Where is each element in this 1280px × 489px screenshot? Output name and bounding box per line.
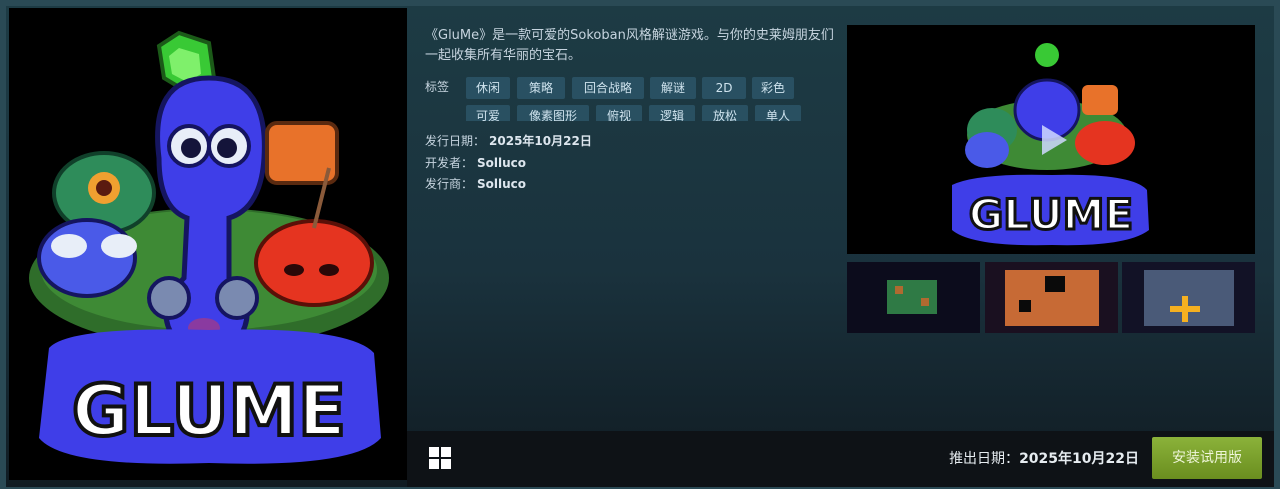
tag-item[interactable]: 可爱 (466, 105, 510, 121)
screenshot-thumbnail-3[interactable] (1122, 262, 1255, 333)
publisher-label: 发行商： (425, 177, 474, 191)
windows-icon (428, 446, 452, 470)
capsule-logo-text: GLUME (72, 370, 346, 452)
tag-item[interactable]: 回合战略 (572, 77, 644, 99)
developer-link[interactable]: Solluco (477, 156, 526, 170)
bottom-release-value: 2025年10月22日 (1019, 451, 1139, 467)
tag-item[interactable]: 单人 (755, 105, 801, 121)
main-media-logo-text: GLUME (969, 190, 1133, 239)
release-date-value: 2025年10月22日 (489, 134, 592, 148)
tag-item[interactable]: 解谜 (650, 77, 696, 99)
tag-item[interactable]: 彩色 (752, 77, 794, 99)
tag-item[interactable]: 放松 (702, 105, 748, 121)
publisher-link[interactable]: Solluco (477, 177, 526, 191)
game-description: 《GluMe》是一款可爱的Sokoban风格解谜游戏。与你的史莱姆朋友们一起收集… (425, 28, 834, 63)
tag-item[interactable]: 休闲 (466, 77, 510, 99)
tag-list: 休闲 策略 回合战略 解谜 2D 彩色 可爱 像素图形 俯视 逻辑 放松 单人 (466, 77, 826, 121)
screenshot-thumbnail-2[interactable] (985, 262, 1118, 333)
release-date-label: 发行日期： (425, 134, 486, 148)
tags-label: 标签 (425, 80, 450, 94)
tag-item[interactable]: 俯视 (596, 105, 642, 121)
tag-item[interactable]: 逻辑 (649, 105, 695, 121)
screenshot-thumbnail-1[interactable] (847, 262, 980, 333)
tag-item[interactable]: 2D (702, 77, 746, 99)
developer-row: 开发者： Solluco (425, 154, 526, 171)
purchase-bar (407, 431, 1274, 487)
main-media-trailer[interactable]: GLUME (847, 25, 1255, 254)
install-demo-button[interactable]: 安装试用版 (1152, 437, 1262, 479)
developer-label: 开发者： (425, 156, 474, 170)
release-date-row: 发行日期： 2025年10月22日 (425, 132, 592, 149)
tag-item[interactable]: 像素图形 (517, 105, 589, 121)
bottom-release-date: 推出日期：2025年10月22日 (949, 448, 1139, 468)
bottom-release-label: 推出日期： (949, 451, 1020, 467)
publisher-row: 发行商： Solluco (425, 175, 526, 192)
tag-item[interactable]: 策略 (517, 77, 565, 99)
game-capsule-art[interactable]: GLUME (9, 8, 407, 480)
